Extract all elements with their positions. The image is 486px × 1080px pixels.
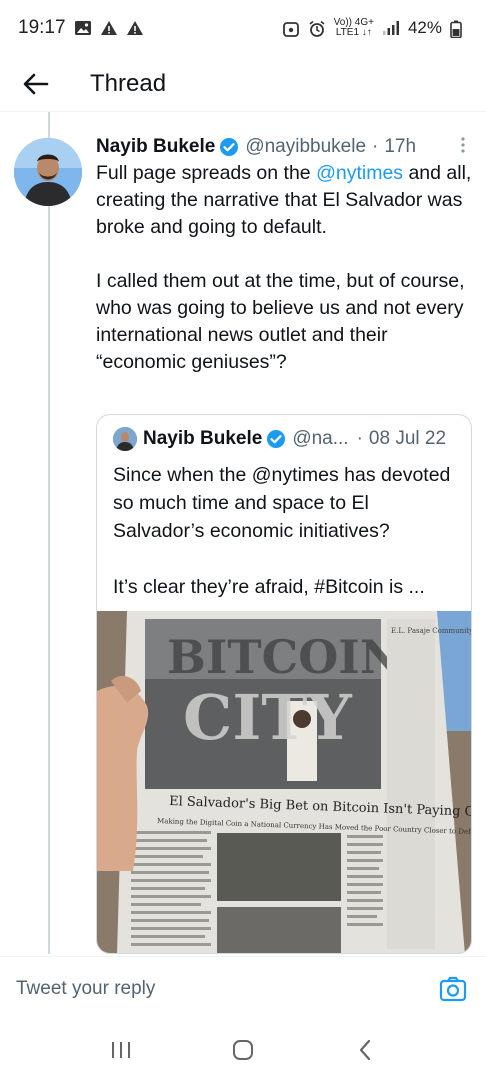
home-icon [233, 1040, 253, 1060]
home-button[interactable] [223, 1030, 263, 1070]
quote-author-handle: @na... [292, 428, 349, 449]
mention-link[interactable]: @nytimes [316, 162, 403, 184]
quote-avatar [113, 427, 137, 451]
tweet-paragraph-2: I called them out at the time, but of co… [96, 270, 465, 373]
lock-alarm-icon [282, 20, 300, 37]
tweet-paragraph-1: Full page spreads on the @nytimes and al… [96, 160, 474, 241]
newspaper-photo[interactable]: BITCOIN CITY E.L. Pasaje Community Of Ca… [97, 611, 472, 953]
quote-date: 08 Jul 22 [368, 428, 447, 449]
gallery-notification-icon [74, 20, 92, 36]
reply-bar: Tweet your reply [0, 956, 486, 1020]
warning-icon [100, 20, 118, 36]
separator-dot: · [356, 428, 363, 449]
app-header: Thread [0, 56, 486, 112]
tweet-time[interactable]: 17h [384, 136, 416, 158]
chevron-left-icon [359, 1039, 371, 1061]
quoted-tweet[interactable]: Nayib Bukele @na... · 08 Jul 22 Since wh… [96, 414, 472, 954]
network-bottom: LTE1 ↓↑ [335, 27, 372, 38]
quote-header: Nayib Bukele @na... · 08 Jul 22 [113, 427, 461, 451]
nav-back-button[interactable] [345, 1030, 385, 1070]
thread-connector-line [48, 112, 50, 954]
camera-icon [439, 976, 467, 1001]
verified-badge-icon [219, 137, 239, 157]
status-time: 19:17 [18, 17, 66, 38]
quote-paragraph-2: It’s clear they’re afraid, #Bitcoin is .… [113, 576, 425, 598]
signal-icon [382, 20, 400, 36]
separator-dot: · [372, 136, 379, 157]
battery-icon [450, 20, 468, 39]
battery-percent: 42% [407, 18, 442, 37]
network-indicator: Vo)) 4G+ LTE1 ↓↑ [334, 18, 374, 38]
tweet-text-part: Full page spreads on the [96, 162, 317, 184]
status-bar: 19:17 Vo)) 4G+ LTE1 ↓↑ 42% [0, 0, 486, 56]
avatar[interactable] [14, 138, 82, 206]
reply-input[interactable]: Tweet your reply [16, 978, 155, 1000]
quote-author-name: Nayib Bukele [143, 428, 263, 449]
more-options-icon[interactable] [460, 135, 466, 160]
verified-badge-icon [266, 429, 286, 449]
camera-button[interactable] [436, 972, 470, 1006]
tweet-body: Full page spreads on the @nytimes and al… [96, 160, 474, 376]
newspaper-big-headline-1: BITCOIN [167, 630, 402, 684]
quote-paragraph-1: Since when the @nytimes has devoted so m… [113, 464, 451, 542]
back-button[interactable] [0, 56, 72, 112]
author-name[interactable]: Nayib Bukele [96, 136, 215, 158]
author-handle[interactable]: @nayibbukele [245, 136, 366, 158]
recents-icon [112, 1042, 130, 1058]
newspaper-sidebar-text: E.L. Pasaje Community Of Cafting Green E… [391, 627, 472, 635]
newspaper-big-headline-2: CITY [183, 681, 352, 754]
status-left: 19:17 [18, 17, 144, 39]
alarm-icon [308, 20, 326, 37]
warning-icon [126, 20, 144, 36]
system-nav-bar [0, 1020, 486, 1080]
recents-button[interactable] [101, 1030, 141, 1070]
status-right: Vo)) 4G+ LTE1 ↓↑ 42% [282, 18, 468, 39]
tweet-header: Nayib Bukele @nayibbukele · 17h [96, 132, 466, 162]
arrow-left-icon [23, 73, 49, 94]
page-title: Thread [90, 69, 167, 97]
quote-body: Since when the @nytimes has devoted so m… [113, 461, 457, 601]
profile-photo [14, 138, 82, 206]
